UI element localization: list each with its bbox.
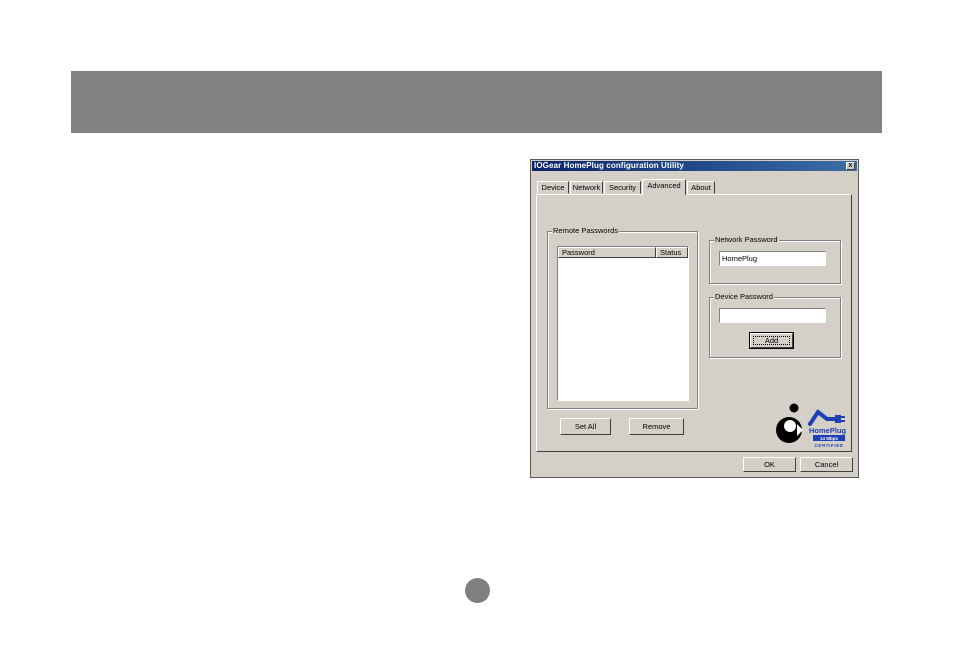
remote-passwords-group: Remote Passwords Password Status	[547, 226, 698, 409]
advanced-tab-panel: Remote Passwords Password Status Network…	[536, 194, 852, 452]
tab-security[interactable]: Security	[604, 181, 641, 194]
tab-about[interactable]: About	[687, 181, 715, 194]
remote-passwords-list[interactable]: Password Status	[557, 246, 689, 401]
logo-brand: HomePlug	[809, 426, 847, 435]
homeplug-certified-logo: HomePlug 14 Mbps CERTIFIED	[769, 400, 849, 450]
title-bar: IOGear HomePlug configuration Utility x	[532, 161, 857, 171]
network-password-input[interactable]: HomePlug	[719, 251, 826, 266]
remote-passwords-label: Remote Passwords	[552, 226, 620, 236]
set-all-button[interactable]: Set All	[560, 418, 611, 435]
page-indicator-dot	[465, 578, 490, 603]
tab-network[interactable]: Network	[570, 181, 603, 194]
device-password-input[interactable]	[719, 308, 826, 323]
column-password[interactable]: Password	[558, 247, 656, 258]
ok-button[interactable]: OK	[743, 457, 796, 472]
window-title: IOGear HomePlug configuration Utility	[534, 161, 684, 170]
add-button[interactable]: Add	[750, 333, 793, 348]
logo-speed: 14 Mbps	[820, 436, 839, 441]
device-password-label: Device Password	[714, 292, 774, 302]
device-password-group: Device Password Add	[709, 292, 841, 358]
column-status[interactable]: Status	[656, 247, 688, 258]
close-button[interactable]: x	[846, 162, 855, 170]
top-banner	[71, 71, 882, 133]
tab-advanced[interactable]: Advanced	[642, 179, 686, 195]
cancel-button[interactable]: Cancel	[800, 457, 853, 472]
list-header: Password Status	[558, 247, 688, 258]
logo-certified: CERTIFIED	[814, 443, 843, 448]
configuration-dialog: IOGear HomePlug configuration Utility x …	[530, 159, 859, 478]
homeplug-logo-icon: HomePlug 14 Mbps CERTIFIED	[776, 403, 847, 448]
tab-device[interactable]: Device	[537, 181, 569, 194]
close-icon: x	[848, 162, 853, 169]
remove-button[interactable]: Remove	[629, 418, 684, 435]
network-password-group: Network Password HomePlug	[709, 235, 841, 284]
network-password-label: Network Password	[714, 235, 779, 245]
